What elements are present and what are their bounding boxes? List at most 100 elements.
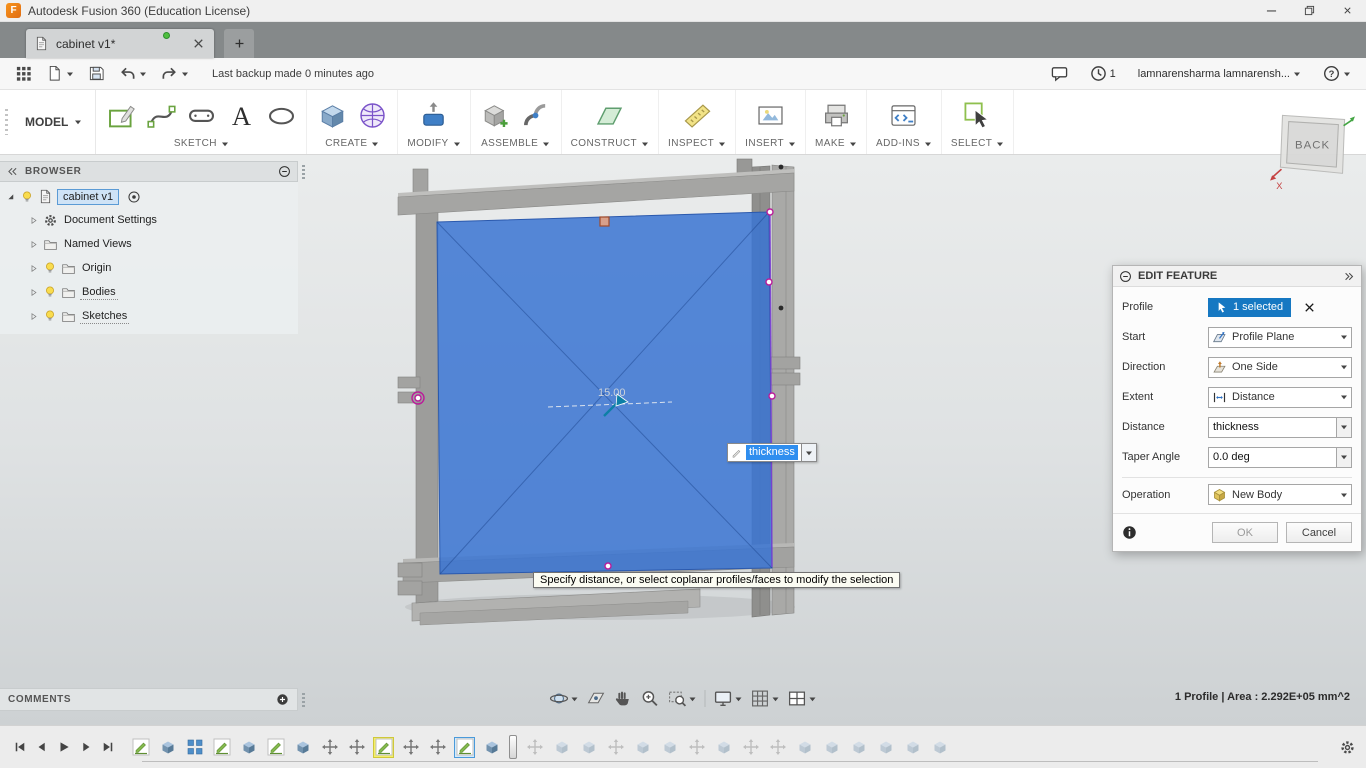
file-menu-button[interactable] [41, 62, 79, 86]
ribbon-group-label-assemble[interactable]: ASSEMBLE [481, 138, 550, 152]
tab-cabinet-v1[interactable]: cabinet v1* [26, 29, 214, 58]
play-button[interactable] [54, 738, 73, 757]
ellipse-tool-button[interactable] [265, 99, 297, 133]
ribbon-group-label-create[interactable]: CREATE [325, 138, 379, 152]
browser-item-origin[interactable]: Origin [0, 256, 298, 280]
joint-tool-button[interactable] [520, 99, 552, 133]
expand-arrow-icon[interactable] [28, 263, 39, 274]
taper-angle-dropdown-button[interactable] [1337, 446, 1352, 468]
new-tab-button[interactable] [224, 29, 254, 58]
visibility-bulb-icon[interactable] [43, 285, 57, 299]
sketch-origin-marker[interactable] [599, 216, 610, 227]
timeline-feature-extrude[interactable] [157, 737, 178, 758]
start-select[interactable]: Profile Plane [1208, 326, 1352, 348]
distance-input[interactable]: thickness [1208, 416, 1337, 438]
viewports-button[interactable] [784, 686, 821, 711]
ribbon-group-label-inspect[interactable]: INSPECT [668, 138, 726, 152]
timeline-feature-sketch[interactable] [211, 737, 232, 758]
info-icon[interactable] [1122, 525, 1137, 540]
dialog-collapse-icon[interactable] [1119, 270, 1132, 283]
visibility-bulb-icon[interactable] [20, 190, 34, 204]
workspace-switcher[interactable]: MODEL [12, 90, 97, 154]
close-button[interactable] [1328, 0, 1366, 21]
timeline-feature-move[interactable] [319, 737, 340, 758]
timeline-feature-sketch[interactable] [454, 736, 475, 758]
presspull-tool-button[interactable] [418, 99, 450, 133]
timeline-feature-move[interactable] [346, 737, 367, 758]
timeline-feature-move[interactable] [767, 737, 788, 758]
app-launcher-button[interactable] [10, 62, 37, 86]
skip-start-button[interactable] [10, 738, 29, 757]
display-button[interactable] [710, 686, 747, 711]
account-menu-button[interactable]: lamnarensharma lamnarensh... [1133, 62, 1306, 86]
ribbon-group-label-construct[interactable]: CONSTRUCT [571, 138, 649, 152]
timeline-feature-extrude[interactable] [481, 737, 502, 758]
item-label[interactable]: Sketches [80, 309, 130, 324]
minimize-button[interactable] [1252, 0, 1290, 21]
ribbon-group-label-add-ins[interactable]: ADD-INS [876, 138, 932, 152]
timeline-feature-extrude[interactable] [578, 737, 599, 758]
timeline-feature-extrude[interactable] [238, 737, 259, 758]
extent-select[interactable]: Distance [1208, 386, 1352, 408]
dialog-dock-icon[interactable] [1342, 270, 1355, 283]
restore-button[interactable] [1290, 0, 1328, 21]
distance-dropdown-button[interactable] [801, 443, 817, 462]
item-label[interactable]: Bodies [80, 285, 118, 300]
profile-selected-chip[interactable]: 1 selected [1208, 297, 1292, 317]
select-tool-button[interactable] [962, 99, 994, 133]
expand-arrow-icon[interactable] [5, 191, 16, 202]
save-button[interactable] [83, 62, 110, 86]
timeline-feature-move[interactable] [605, 737, 626, 758]
ribbon-group-label-insert[interactable]: INSERT [745, 138, 796, 152]
timeline-feature-extrude[interactable] [929, 737, 950, 758]
vertex-point[interactable] [778, 305, 784, 311]
expand-arrow-icon[interactable] [28, 239, 39, 250]
job-status-button[interactable]: 1 [1085, 62, 1121, 86]
undo-button[interactable] [114, 62, 152, 86]
timeline-feature-extrude[interactable] [794, 737, 815, 758]
model-viewport[interactable]: 15.00 BACK X BROWSER cabinet v1 Document… [0, 114, 1366, 725]
timeline-track[interactable] [142, 761, 1318, 762]
timeline-feature-pattern[interactable] [184, 737, 205, 758]
collapse-panel-icon[interactable] [6, 165, 19, 178]
browser-item-document-settings[interactable]: Document Settings [0, 208, 298, 232]
comments-toggle-button[interactable] [1046, 62, 1073, 86]
fit-button[interactable] [664, 686, 701, 711]
form-tool-button[interactable] [356, 99, 388, 133]
distance-value[interactable]: thickness [746, 445, 798, 460]
timeline-feature-move[interactable] [686, 737, 707, 758]
orbit-button[interactable] [546, 686, 583, 711]
distance-dropdown-button[interactable] [1337, 416, 1352, 438]
capture-position-icon[interactable] [127, 190, 141, 204]
timeline-feature-extrude[interactable] [875, 737, 896, 758]
slot-tool-button[interactable] [185, 99, 217, 133]
operation-select[interactable]: New Body [1208, 484, 1352, 505]
redo-button[interactable] [156, 62, 194, 86]
dialog-header[interactable]: EDIT FEATURE [1113, 266, 1361, 287]
timeline-feature-move[interactable] [524, 737, 545, 758]
item-label[interactable]: Origin [80, 261, 113, 275]
distance-field[interactable]: thickness [727, 443, 802, 462]
spline-tool-button[interactable] [145, 99, 177, 133]
expand-comments-icon[interactable] [276, 693, 289, 706]
timeline-feature-extrude[interactable] [632, 737, 653, 758]
timeline-feature-extrude[interactable] [902, 737, 923, 758]
insert-tool-button[interactable] [755, 99, 787, 133]
vertex-point[interactable] [778, 164, 784, 170]
root-document-label[interactable]: cabinet v1 [57, 188, 120, 205]
timeline-feature-extrude[interactable] [848, 737, 869, 758]
timeline-feature-move[interactable] [400, 737, 421, 758]
timeline-feature-sketch[interactable] [373, 736, 394, 758]
grid-button[interactable] [747, 686, 784, 711]
plane-tool-button[interactable] [594, 99, 626, 133]
clear-selection-icon[interactable] [1302, 300, 1317, 315]
measure-tool-button[interactable] [681, 99, 713, 133]
browser-root-row[interactable]: cabinet v1 [0, 185, 298, 208]
help-menu-button[interactable]: ? [1318, 62, 1356, 86]
sketch-tool-button[interactable] [105, 99, 137, 133]
item-label[interactable]: Document Settings [62, 213, 159, 227]
addins-tool-button[interactable] [888, 99, 920, 133]
ribbon-group-label-modify[interactable]: MODIFY [407, 138, 460, 152]
timeline-feature-sketch[interactable] [130, 737, 151, 758]
view-cube[interactable]: BACK X [1268, 105, 1356, 193]
